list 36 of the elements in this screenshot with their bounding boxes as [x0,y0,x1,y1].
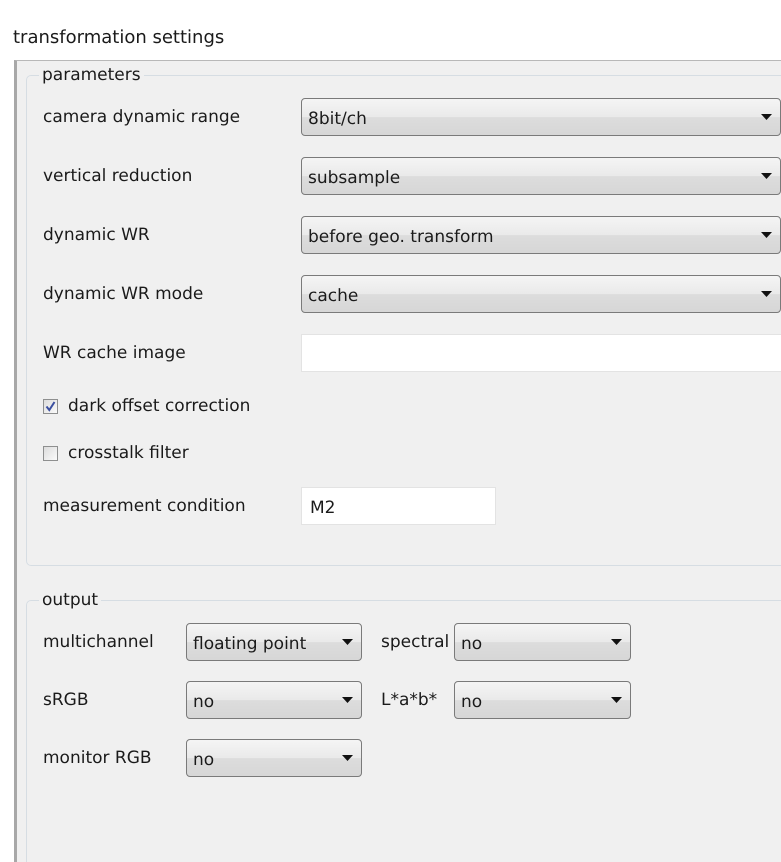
dropdown[interactable]: no [454,681,631,719]
checkbox[interactable] [43,398,58,414]
field-label: measurement condition [43,496,247,516]
dropdown[interactable]: floating point [186,623,362,661]
caret-icon [761,291,772,297]
caret-icon [611,697,622,703]
field-label: multichannel [43,632,155,652]
caret-icon [761,173,772,179]
caret-icon [342,755,353,761]
window-title: transformation settings [13,26,224,50]
field-label: WR cache image [43,343,187,363]
field-label: camera dynamic range [43,107,242,127]
caret-icon [761,232,772,238]
dropdown[interactable]: no [186,739,362,777]
dropdown[interactable]: cache [301,275,781,313]
dropdown[interactable]: 8bit/ch [301,98,781,136]
caret-icon [342,697,353,703]
input-field[interactable] [301,334,781,372]
caret-icon [761,114,772,120]
field-label: monitor RGB [43,748,153,768]
dropdown[interactable]: no [454,623,631,661]
field-label: L*a*b* [381,690,438,710]
caret-icon [611,639,622,645]
field-label: dynamic WR [43,225,151,245]
checkbox[interactable] [43,446,58,460]
field-label: sRGB [43,690,90,710]
checkbox-label: crosstalk filter [68,443,189,463]
field-label: spectral [381,632,450,652]
input-field[interactable]: M2 [301,487,496,525]
caret-icon [342,639,353,645]
dropdown[interactable]: before geo. transform [301,216,781,254]
checkbox-label: dark offset correction [68,396,250,416]
dropdown[interactable]: no [186,681,362,719]
field-label: vertical reduction [43,166,194,186]
field-label: dynamic WR mode [43,284,204,304]
dropdown[interactable]: subsample [301,157,781,195]
